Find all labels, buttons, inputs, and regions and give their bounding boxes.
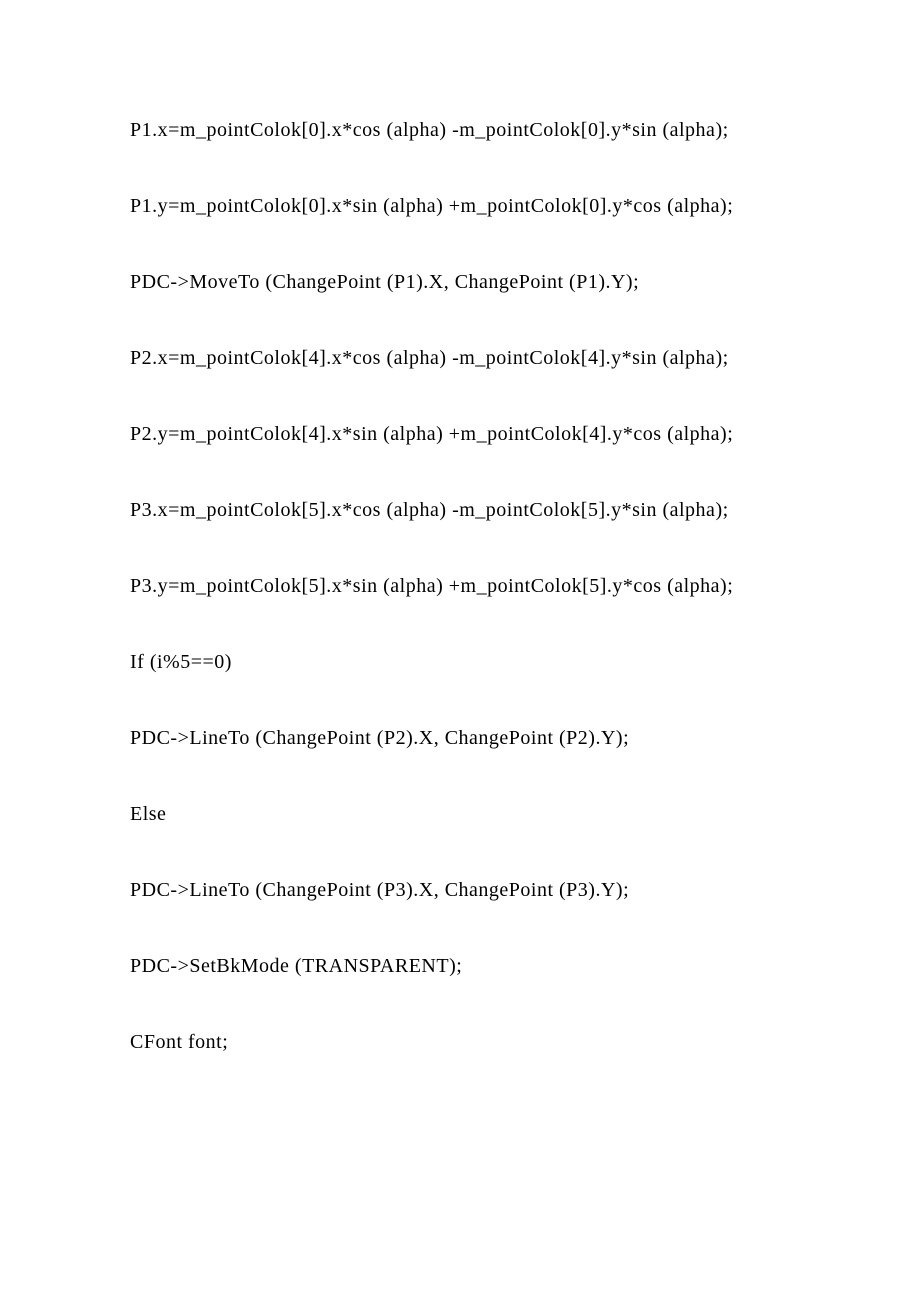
code-line: PDC->MoveTo (ChangePoint (P1).X, ChangeP… <box>130 267 790 297</box>
code-line: PDC->LineTo (ChangePoint (P3).X, ChangeP… <box>130 875 790 905</box>
code-line: PDC->SetBkMode (TRANSPARENT); <box>130 951 790 981</box>
code-line: CFont font; <box>130 1027 790 1057</box>
document-page: P1.x=m_pointColok[0].x*cos (alpha) -m_po… <box>0 0 920 1057</box>
code-line: P1.x=m_pointColok[0].x*cos (alpha) -m_po… <box>130 115 790 145</box>
code-line: If (i%5==0) <box>130 647 790 677</box>
code-line: Else <box>130 799 790 829</box>
code-line: P3.y=m_pointColok[5].x*sin (alpha) +m_po… <box>130 571 790 601</box>
code-line: P3.x=m_pointColok[5].x*cos (alpha) -m_po… <box>130 495 790 525</box>
code-line: P1.y=m_pointColok[0].x*sin (alpha) +m_po… <box>130 191 790 221</box>
code-line: P2.x=m_pointColok[4].x*cos (alpha) -m_po… <box>130 343 790 373</box>
code-line: PDC->LineTo (ChangePoint (P2).X, ChangeP… <box>130 723 790 753</box>
code-line: P2.y=m_pointColok[4].x*sin (alpha) +m_po… <box>130 419 790 449</box>
